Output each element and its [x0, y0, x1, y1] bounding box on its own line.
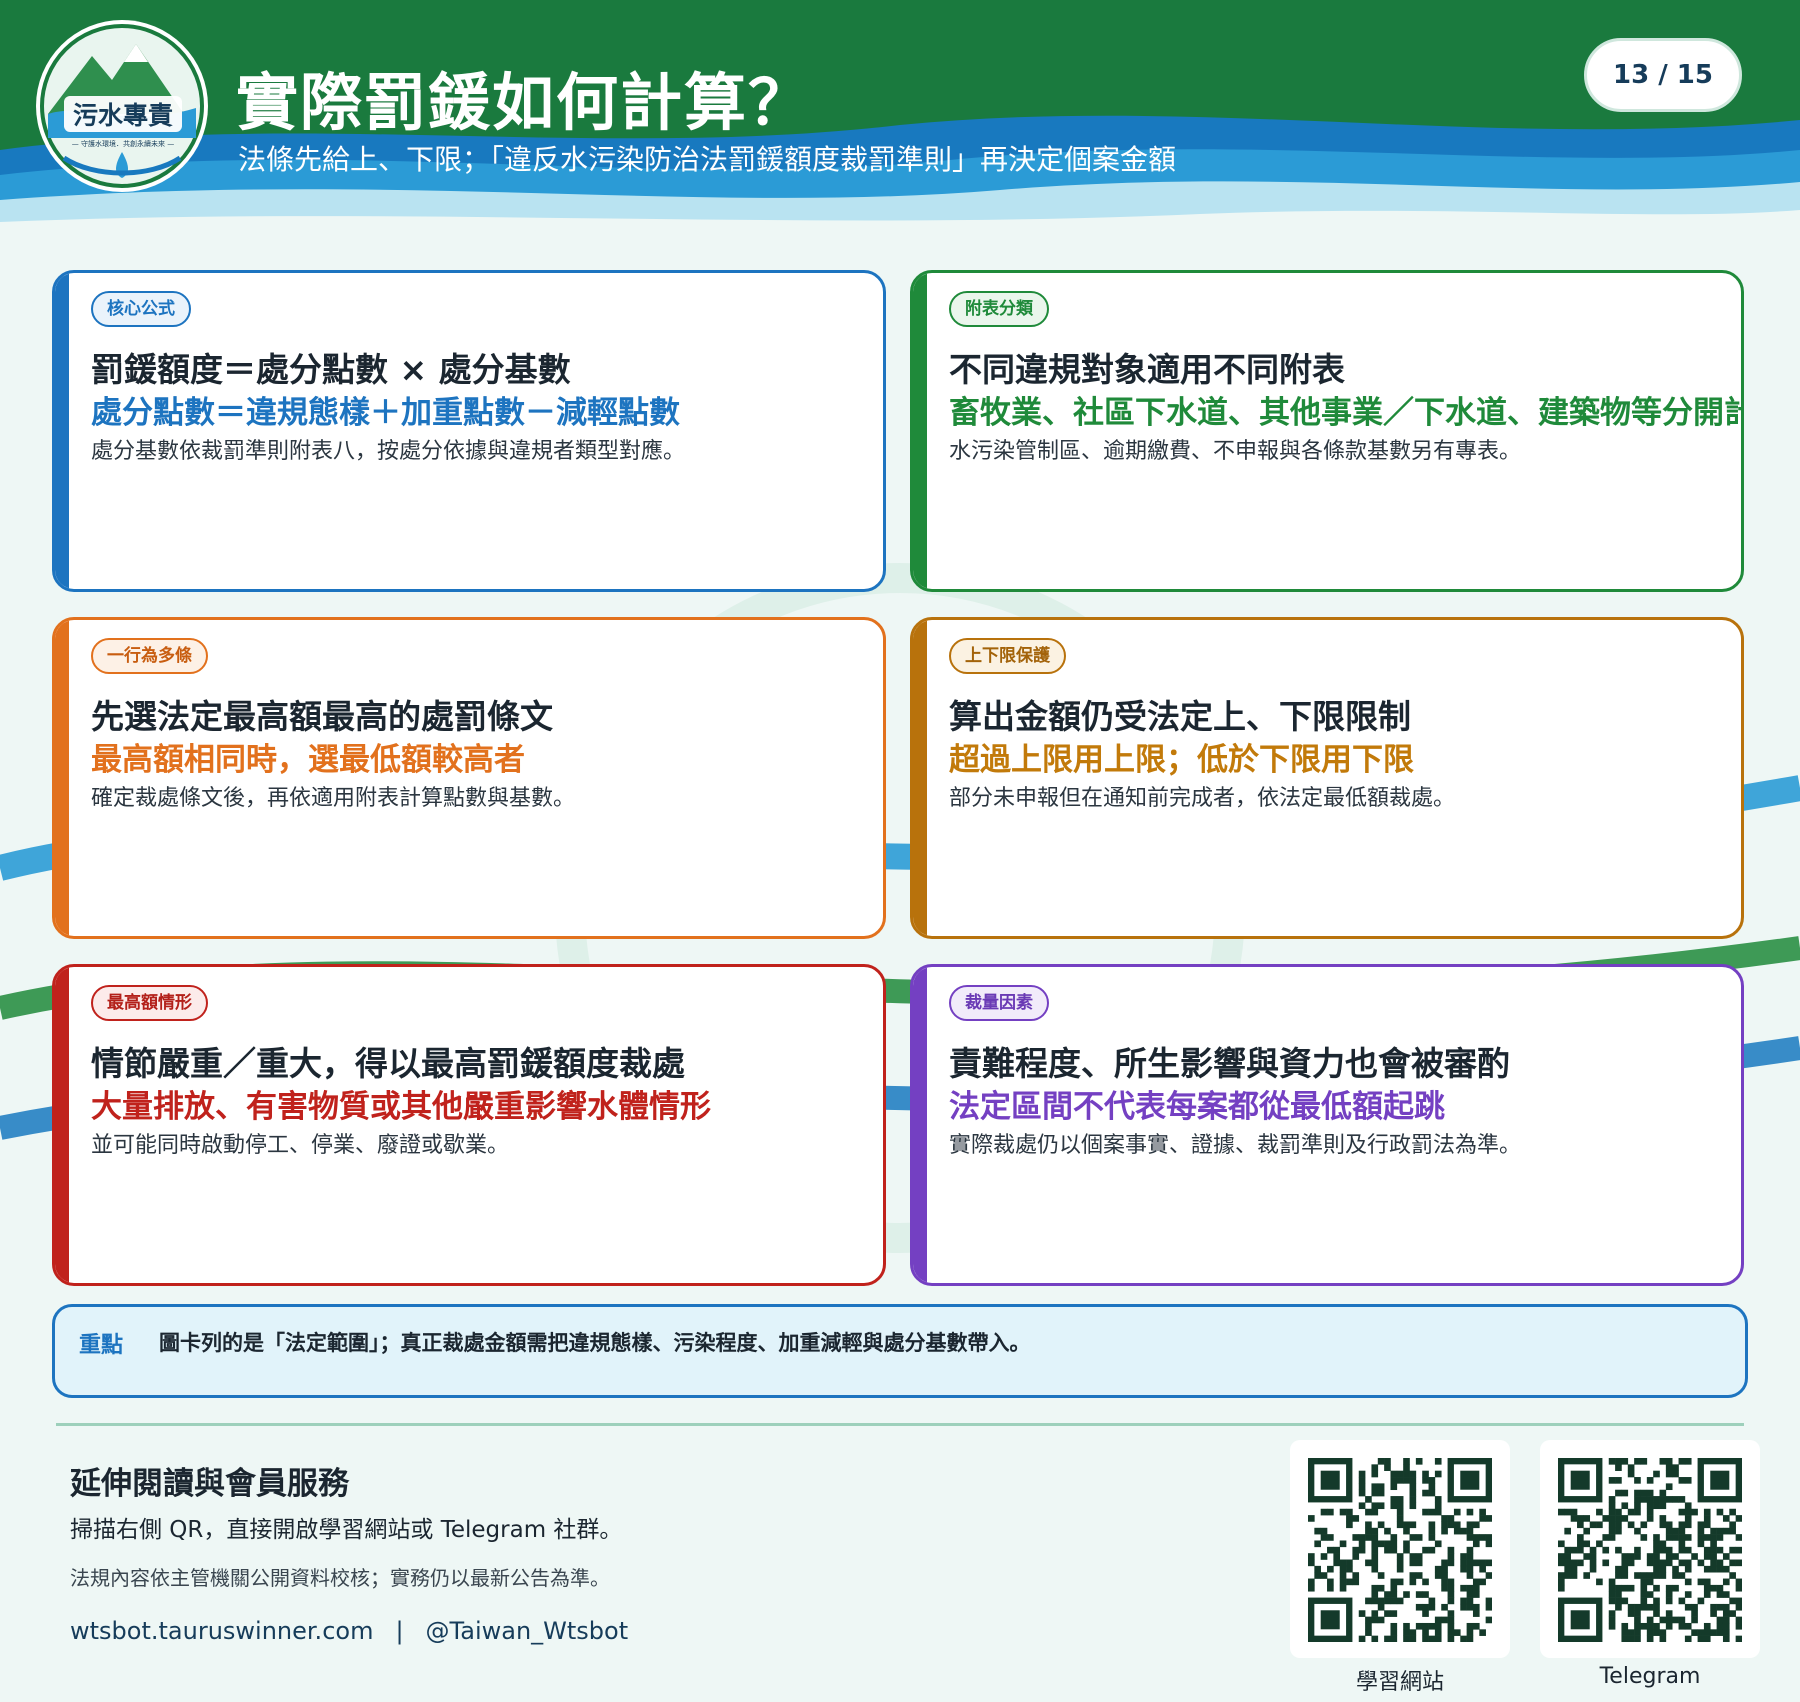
qr-code-icon [1308, 1458, 1492, 1642]
card-appendix-classification: 附表分類 不同違規對象適用不同附表 畜牧業、社區下水道、其他事業／下水道、建築物… [910, 270, 1744, 592]
card-accent-text: 畜牧業、社區下水道、其他事業／下水道、建築物等分開計算 [949, 395, 1744, 431]
card-description: 實際裁處仍以個案事實、證據、裁罰準則及行政罰法為準。 [949, 1133, 1522, 1158]
card-description: 確定裁處條文後，再依適用附表計算點數與基數。 [91, 786, 576, 811]
qr-label-telegram: Telegram [1599, 1664, 1701, 1689]
card-accent-bar [913, 273, 927, 589]
card-accent-bar [55, 967, 69, 1283]
card-tag: 附表分類 [949, 291, 1049, 327]
card-description: 水污染管制區、逾期繳費、不申報與各條款基數另有專表。 [949, 439, 1522, 464]
card-accent-text: 超過上限用上限；低於下限用下限 [949, 742, 1414, 778]
mountain-river-logo: 污水專責 — 守護水環境．共創永續未來 — [36, 20, 208, 192]
card-tag: 上下限保護 [949, 638, 1066, 674]
card-accent-text: 法定區間不代表每案都從最低額起跳 [949, 1089, 1445, 1125]
card-tag: 一行為多條 [91, 638, 208, 674]
header-banner: 污水專責 — 守護水環境．共創永續未來 — 實際罰鍰如何計算？ 法條先給上、下限… [0, 0, 1800, 248]
card-accent-bar [55, 620, 69, 936]
page-title: 實際罰鍰如何計算？ [236, 66, 813, 139]
card-tag: 核心公式 [91, 291, 191, 327]
card-one-act-multiple-articles: 一行為多條 先選法定最高額最高的處罰條文 最高額相同時，選最低額較高者 確定裁處… [52, 617, 886, 939]
card-accent-bar [913, 620, 927, 936]
card-accent-text: 大量排放、有害物質或其他嚴重影響水體情形 [91, 1089, 711, 1125]
footer-title: 延伸閱讀與會員服務 [70, 1466, 349, 1502]
website-link[interactable]: wtsbot.tauruswinner.com [70, 1617, 373, 1645]
qr-card-telegram[interactable] [1540, 1440, 1760, 1658]
card-description: 部分未申報但在通知前完成者，依法定最低額裁處。 [949, 786, 1456, 811]
note-label: 重點 [79, 1333, 124, 1358]
card-headline: 罰鍰額度＝處分點數 × 處分基數 [91, 350, 571, 389]
card-headline: 不同違規對象適用不同附表 [949, 350, 1345, 389]
telegram-link[interactable]: @Taiwan_Wtsbot [426, 1617, 629, 1645]
card-description: 處分基數依裁罰準則附表八，按處分依據與違規者類型對應。 [91, 439, 686, 464]
card-discretion-factors: 裁量因素 責難程度、所生影響與資力也會被審酌 法定區間不代表每案都從最低額起跳 … [910, 964, 1744, 1286]
card-upper-lower-limit: 上下限保護 算出金額仍受法定上、下限限制 超過上限用上限；低於下限用下限 部分未… [910, 617, 1744, 939]
footer-disclaimer: 法規內容依主管機關公開資料校核；實務仍以最新公告為準。 [70, 1566, 610, 1590]
card-accent-text: 最高額相同時，選最低額較高者 [91, 742, 525, 778]
card-tag: 裁量因素 [949, 985, 1049, 1021]
card-maximum-penalty: 最高額情形 情節嚴重／重大，得以最高罰鍰額度裁處 大量排放、有害物質或其他嚴重影… [52, 964, 886, 1286]
card-accent-text: 處分點數＝違規態樣＋加重點數－減輕點數 [91, 395, 680, 431]
qr-code-icon [1558, 1458, 1742, 1642]
card-accent-bar [55, 273, 69, 589]
card-headline: 責難程度、所生影響與資力也會被審酌 [949, 1044, 1510, 1083]
card-headline: 情節嚴重／重大，得以最高罰鍰額度裁處 [91, 1044, 685, 1083]
qr-card-website[interactable] [1290, 1440, 1510, 1658]
card-description: 並可能同時啟動停工、停業、廢證或歇業。 [91, 1133, 510, 1158]
footer-instructions: 掃描右側 QR，直接開啟學習網站或 Telegram 社群。 [70, 1517, 623, 1543]
card-tag: 最高額情形 [91, 985, 208, 1021]
link-separator: | [395, 1617, 404, 1645]
note-text: 圖卡列的是「法定範圍」；真正裁處金額需把違規態樣、污染程度、加重減輕與處分基數帶… [159, 1331, 1031, 1355]
card-headline: 先選法定最高額最高的處罰條文 [91, 697, 553, 736]
card-headline: 算出金額仍受法定上、下限限制 [949, 697, 1411, 736]
card-core-formula: 核心公式 罰鍰額度＝處分點數 × 處分基數 處分點數＝違規態樣＋加重點數－減輕點… [52, 270, 886, 592]
card-accent-bar [913, 967, 927, 1283]
logo-text: 污水專責 [73, 101, 173, 130]
page-subtitle: 法條先給上、下限；「違反水污染防治法罰鍰額度裁罰準則」再決定個案金額 [238, 143, 1177, 176]
logo-tagline: — 守護水環境．共創永續未來 — [72, 139, 174, 148]
footer-divider [56, 1423, 1744, 1426]
page-indicator: 13 / 15 [1584, 38, 1742, 112]
footer-links: wtsbot.tauruswinner.com | @Taiwan_Wtsbot [70, 1617, 628, 1645]
qr-label-website: 學習網站 [1355, 1670, 1444, 1695]
key-point-note: 重點 圖卡列的是「法定範圍」；真正裁處金額需把違規態樣、污染程度、加重減輕與處分… [52, 1304, 1748, 1398]
